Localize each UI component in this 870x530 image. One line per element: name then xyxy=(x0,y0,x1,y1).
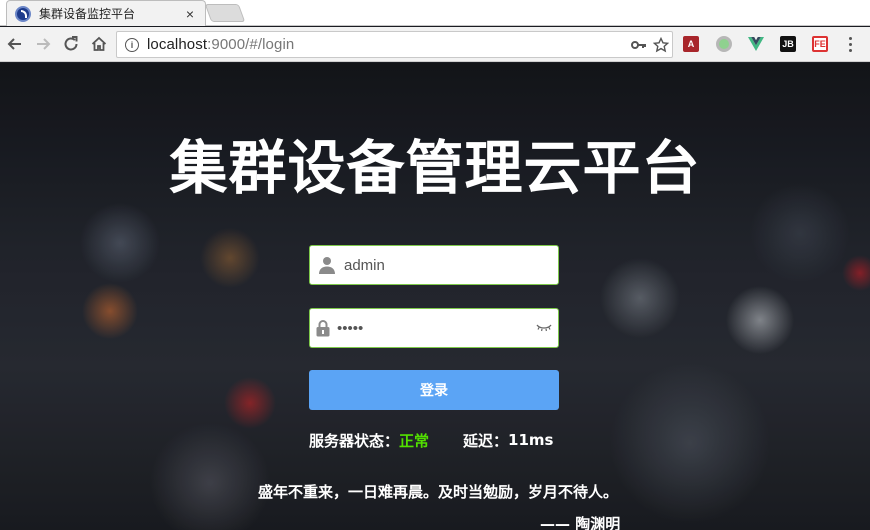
key-icon[interactable] xyxy=(628,34,650,56)
quote-author: —— 陶渊明 xyxy=(540,515,621,530)
browser-tab[interactable]: 集群设备监控平台 × xyxy=(6,0,206,26)
password-input[interactable] xyxy=(332,310,536,346)
user-icon xyxy=(314,246,340,284)
login-button[interactable]: 登录 xyxy=(309,370,559,410)
url-text[interactable]: localhost:9000/#/login xyxy=(147,36,628,53)
tab-close-icon[interactable]: × xyxy=(183,6,197,22)
latency-value: 11ms xyxy=(508,431,554,449)
new-tab-button[interactable] xyxy=(204,4,246,22)
login-page: 集群设备管理云平台 登录 服务器状态： 正常 延迟： 11ms 盛年不重来，一日… xyxy=(0,63,870,530)
tab-title: 集群设备监控平台 xyxy=(39,7,136,21)
page-title: 集群设备管理云平台 xyxy=(169,134,701,202)
browser-menu-icon[interactable] xyxy=(842,35,858,53)
fe-helper-icon[interactable]: FE xyxy=(812,36,828,52)
eye-closed-icon[interactable] xyxy=(536,309,552,347)
forward-button[interactable] xyxy=(32,33,54,55)
status-label: 服务器状态： xyxy=(309,431,400,450)
arrow-left-icon xyxy=(7,38,21,50)
vue-devtools-icon[interactable] xyxy=(748,36,764,52)
back-button[interactable] xyxy=(4,33,26,55)
jetbrains-icon[interactable]: JB xyxy=(780,36,796,52)
extension-circle-icon[interactable] xyxy=(716,36,732,52)
status-value: 正常 xyxy=(399,431,430,450)
browser-tab-bar: 集群设备监控平台 × xyxy=(0,0,870,26)
reload-icon xyxy=(64,36,78,51)
address-bar[interactable]: i localhost:9000/#/login xyxy=(116,31,673,58)
username-field[interactable] xyxy=(309,245,559,285)
star-icon[interactable] xyxy=(650,34,672,56)
info-icon[interactable]: i xyxy=(125,37,139,52)
reload-button[interactable] xyxy=(60,33,82,55)
latency-label: 延迟： xyxy=(463,431,509,450)
server-status: 服务器状态： 正常 延迟： 11ms xyxy=(309,429,569,451)
extension-a-icon[interactable]: A xyxy=(683,36,699,52)
browser-toolbar: i localhost:9000/#/login A JB FE xyxy=(0,27,870,62)
username-input[interactable] xyxy=(340,247,558,283)
password-field[interactable] xyxy=(309,308,559,348)
home-button[interactable] xyxy=(88,33,110,55)
quote-text: 盛年不重来，一日难再晨。及时当勉励，岁月不待人。 xyxy=(257,483,618,501)
home-icon xyxy=(91,36,107,51)
arrow-right-icon xyxy=(37,38,51,50)
lock-icon xyxy=(314,309,333,347)
app-favicon-icon xyxy=(15,5,31,22)
